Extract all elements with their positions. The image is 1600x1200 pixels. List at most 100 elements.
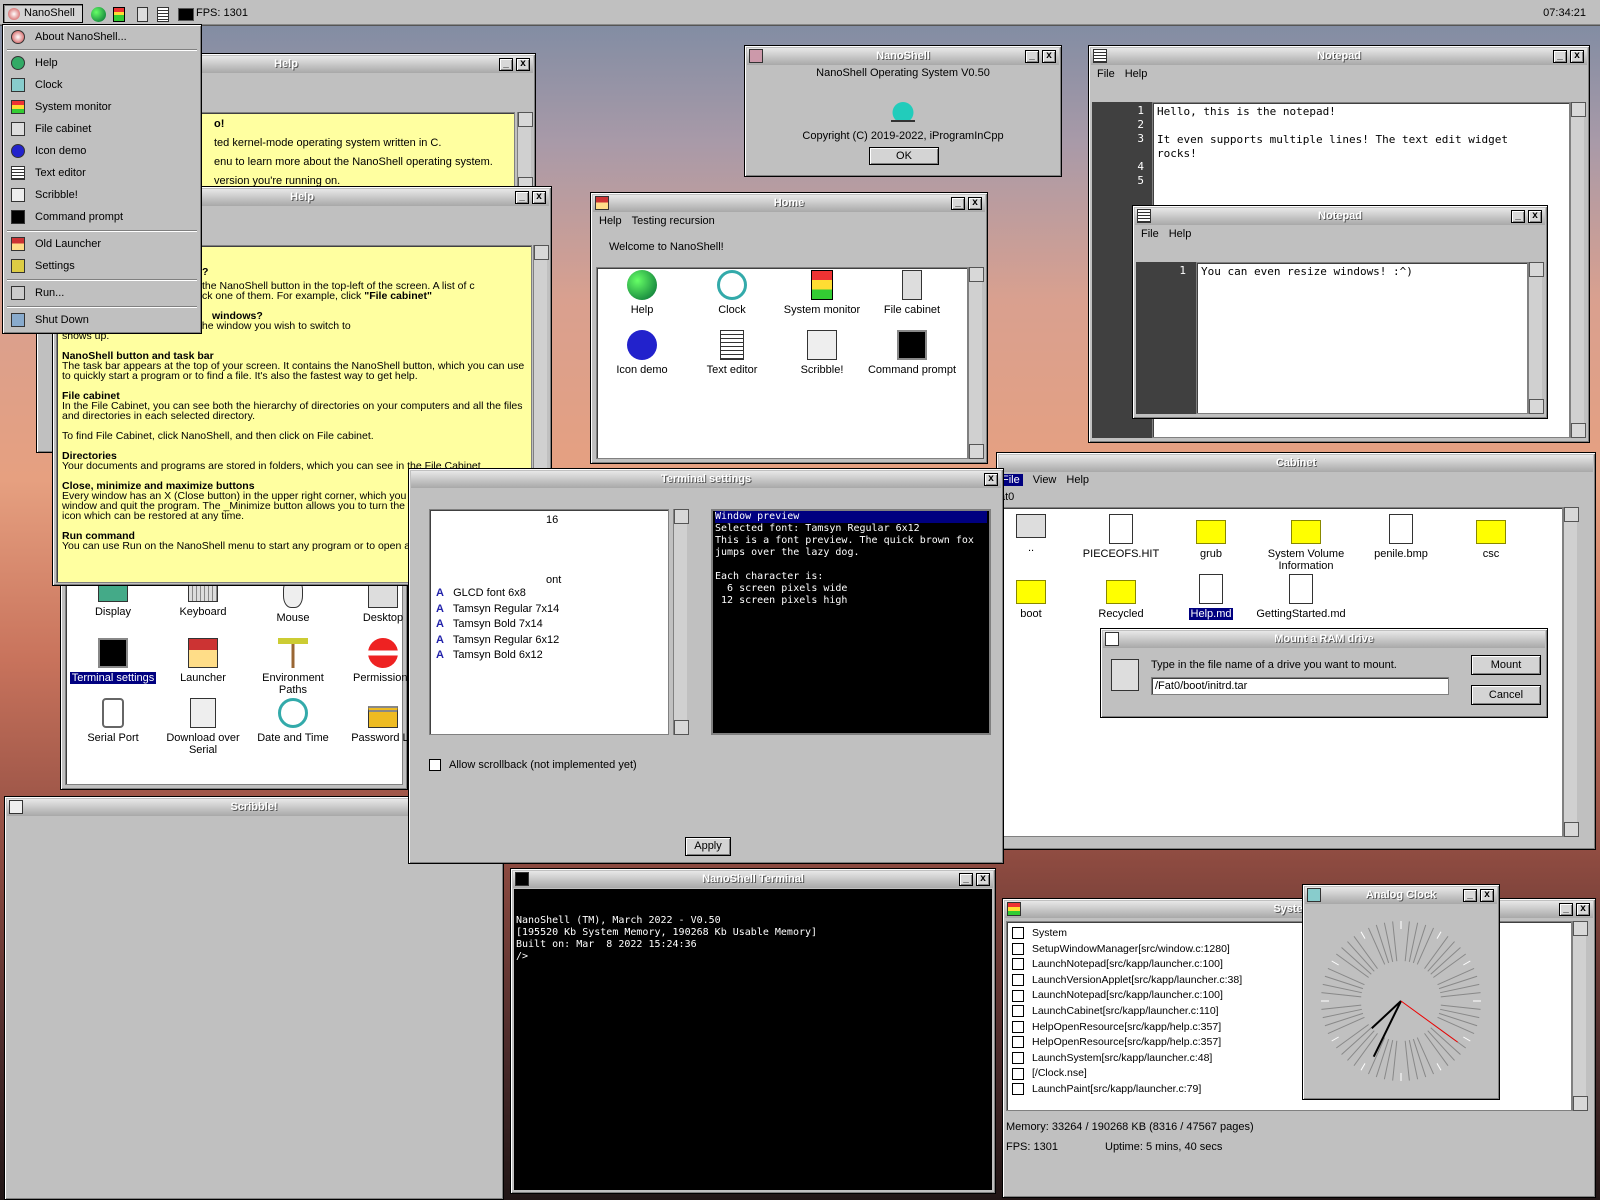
close-button[interactable]: x <box>976 873 990 886</box>
menu-testing-recursion[interactable]: Testing recursion <box>632 215 715 227</box>
minimize-button[interactable]: _ <box>499 58 513 71</box>
menu-help[interactable]: Help <box>1066 474 1089 486</box>
folder-grub[interactable]: grub <box>1166 514 1256 560</box>
mount-button[interactable]: Mount <box>1471 655 1541 675</box>
serial-port-icon-tile[interactable]: Serial Port <box>68 698 158 744</box>
home-scribble-tile[interactable]: Scribble! <box>777 330 867 376</box>
font-list[interactable]: 16 ont A GLCD font 6x8 A Tamsyn Regular … <box>429 509 669 735</box>
home-scrollbar[interactable] <box>968 267 984 459</box>
system-monitor-titlebar[interactable]: System M _ x <box>1005 901 1593 918</box>
menu-command-prompt[interactable]: Command prompt <box>7 207 199 227</box>
minimize-button[interactable]: _ <box>1511 210 1525 223</box>
date-time-icon-tile[interactable]: Date and Time <box>248 698 338 744</box>
terminal-titlebar[interactable]: NanoShell Terminal _ x <box>513 871 993 888</box>
ok-button[interactable]: OK <box>869 147 939 165</box>
terminal-quick-icon[interactable] <box>178 8 194 21</box>
about-titlebar[interactable]: NanoShell _ x <box>747 48 1059 65</box>
notepad-titlebar[interactable]: Notepad _ x <box>1091 48 1587 65</box>
scrollback-checkbox[interactable] <box>429 759 441 772</box>
close-button[interactable]: x <box>1042 50 1056 63</box>
menu-help[interactable]: Help <box>1125 68 1148 80</box>
close-button[interactable]: x <box>1576 903 1590 916</box>
minimize-button[interactable]: _ <box>515 191 529 204</box>
menu-help[interactable]: Help <box>599 215 622 227</box>
home-clock-tile[interactable]: Clock <box>687 270 777 316</box>
close-button[interactable]: x <box>516 58 530 71</box>
minimize-button[interactable]: _ <box>951 197 965 210</box>
home-text-editor-tile[interactable]: Text editor <box>687 330 777 376</box>
apply-button[interactable]: Apply <box>685 837 731 856</box>
file-cabinet-quick-icon[interactable] <box>137 7 148 22</box>
cabinet-titlebar[interactable]: Cabinet <box>999 455 1593 472</box>
minimize-button[interactable]: _ <box>1559 903 1573 916</box>
terminal-settings-titlebar[interactable]: Terminal settings x <box>411 471 1001 488</box>
close-button[interactable]: x <box>1480 889 1494 902</box>
notepad-small-titlebar[interactable]: Notepad _ x <box>1135 208 1545 225</box>
cancel-button[interactable]: Cancel <box>1471 685 1541 705</box>
home-file-cabinet-tile[interactable]: File cabinet <box>867 270 957 316</box>
folder-system-volume-information[interactable]: System Volume Information <box>1256 514 1356 572</box>
home-titlebar[interactable]: Home _ x <box>593 195 985 212</box>
menu-run[interactable]: Run... <box>7 283 199 303</box>
menu-settings[interactable]: Settings <box>7 256 199 276</box>
menu-system-monitor[interactable]: System monitor <box>7 97 199 117</box>
menu-icon-demo[interactable]: Icon demo <box>7 141 199 161</box>
close-button[interactable]: x <box>1570 50 1584 63</box>
notepad-scrollbar[interactable] <box>1570 102 1586 438</box>
menu-help[interactable]: Help <box>7 53 199 73</box>
close-button[interactable]: x <box>532 191 546 204</box>
help-back-scrollbar[interactable] <box>517 112 533 192</box>
analog-clock-titlebar[interactable]: Analog Clock _ x <box>1305 887 1497 904</box>
home-help-tile[interactable]: Help <box>597 270 687 316</box>
close-button[interactable]: x <box>984 473 998 486</box>
nanoshell-start-button[interactable]: NanoShell <box>3 4 83 23</box>
mount-titlebar[interactable]: Mount a RAM drive <box>1103 631 1545 648</box>
close-button[interactable]: x <box>1528 210 1542 223</box>
download-serial-icon-tile[interactable]: Download over Serial <box>158 698 248 756</box>
help-quick-icon[interactable] <box>91 7 106 22</box>
menu-help[interactable]: Help <box>1169 228 1192 240</box>
notepad-small-scrollbar[interactable] <box>1528 262 1544 414</box>
font-item[interactable]: A Tamsyn Bold 6x12 <box>436 648 662 664</box>
menu-old-launcher[interactable]: Old Launcher <box>7 234 199 254</box>
scribble-canvas[interactable] <box>8 818 500 1196</box>
environment-paths-icon-tile[interactable]: Environment Paths <box>248 638 338 696</box>
process-list-scrollbar[interactable] <box>1572 921 1588 1111</box>
file-getting-started-md[interactable]: GettingStarted.md <box>1256 574 1346 620</box>
minimize-button[interactable]: _ <box>1463 889 1477 902</box>
menu-clock[interactable]: Clock <box>7 75 199 95</box>
minimize-button[interactable]: _ <box>1553 50 1567 63</box>
scrollback-option[interactable]: Allow scrollback (not implemented yet) <box>429 759 637 772</box>
menu-file[interactable]: File <box>1097 68 1115 80</box>
launcher-icon-tile[interactable]: Launcher <box>158 638 248 684</box>
menu-shut-down[interactable]: Shut Down <box>7 310 199 330</box>
terminal-settings-icon-tile[interactable]: Terminal settings <box>68 638 158 684</box>
menu-file-cabinet[interactable]: File cabinet <box>7 119 199 139</box>
menu-scribble[interactable]: Scribble! <box>7 185 199 205</box>
text-editor-quick-icon[interactable] <box>157 7 169 22</box>
minimize-button[interactable]: _ <box>1025 50 1039 63</box>
menu-text-editor[interactable]: Text editor <box>7 163 199 183</box>
menu-about[interactable]: About NanoShell... <box>7 27 199 47</box>
menu-file[interactable]: File <box>1141 228 1159 240</box>
notepad-small-text-area[interactable]: You can even resize windows! :^) <box>1196 262 1528 414</box>
file-penile-bmp[interactable]: penile.bmp <box>1356 514 1446 560</box>
drive-filename-input[interactable] <box>1151 677 1449 695</box>
font-item[interactable]: A GLCD font 6x8 <box>436 586 662 602</box>
home-icon-demo-tile[interactable]: Icon demo <box>597 330 687 376</box>
cabinet-scrollbar[interactable] <box>1563 507 1579 837</box>
minimize-button[interactable]: _ <box>959 873 973 886</box>
font-item[interactable]: A Tamsyn Bold 7x14 <box>436 617 662 633</box>
terminal-output[interactable]: NanoShell (TM), March 2022 - V0.50 [19552… <box>514 889 992 1190</box>
font-list-scrollbar[interactable] <box>673 509 689 735</box>
file-help-md[interactable]: Help.md <box>1166 574 1256 620</box>
menu-view[interactable]: View <box>1033 474 1057 486</box>
system-monitor-quick-icon[interactable] <box>113 7 125 22</box>
folder-recycled[interactable]: Recycled <box>1076 574 1166 620</box>
close-button[interactable]: x <box>968 197 982 210</box>
font-item[interactable]: A Tamsyn Regular 7x14 <box>436 602 662 618</box>
home-system-monitor-tile[interactable]: System monitor <box>777 270 867 316</box>
file-pieceofs-hit[interactable]: PIECEOFS.HIT <box>1076 514 1166 560</box>
font-item[interactable]: A Tamsyn Regular 6x12 <box>436 633 662 649</box>
home-command-prompt-tile[interactable]: Command prompt <box>867 330 957 376</box>
